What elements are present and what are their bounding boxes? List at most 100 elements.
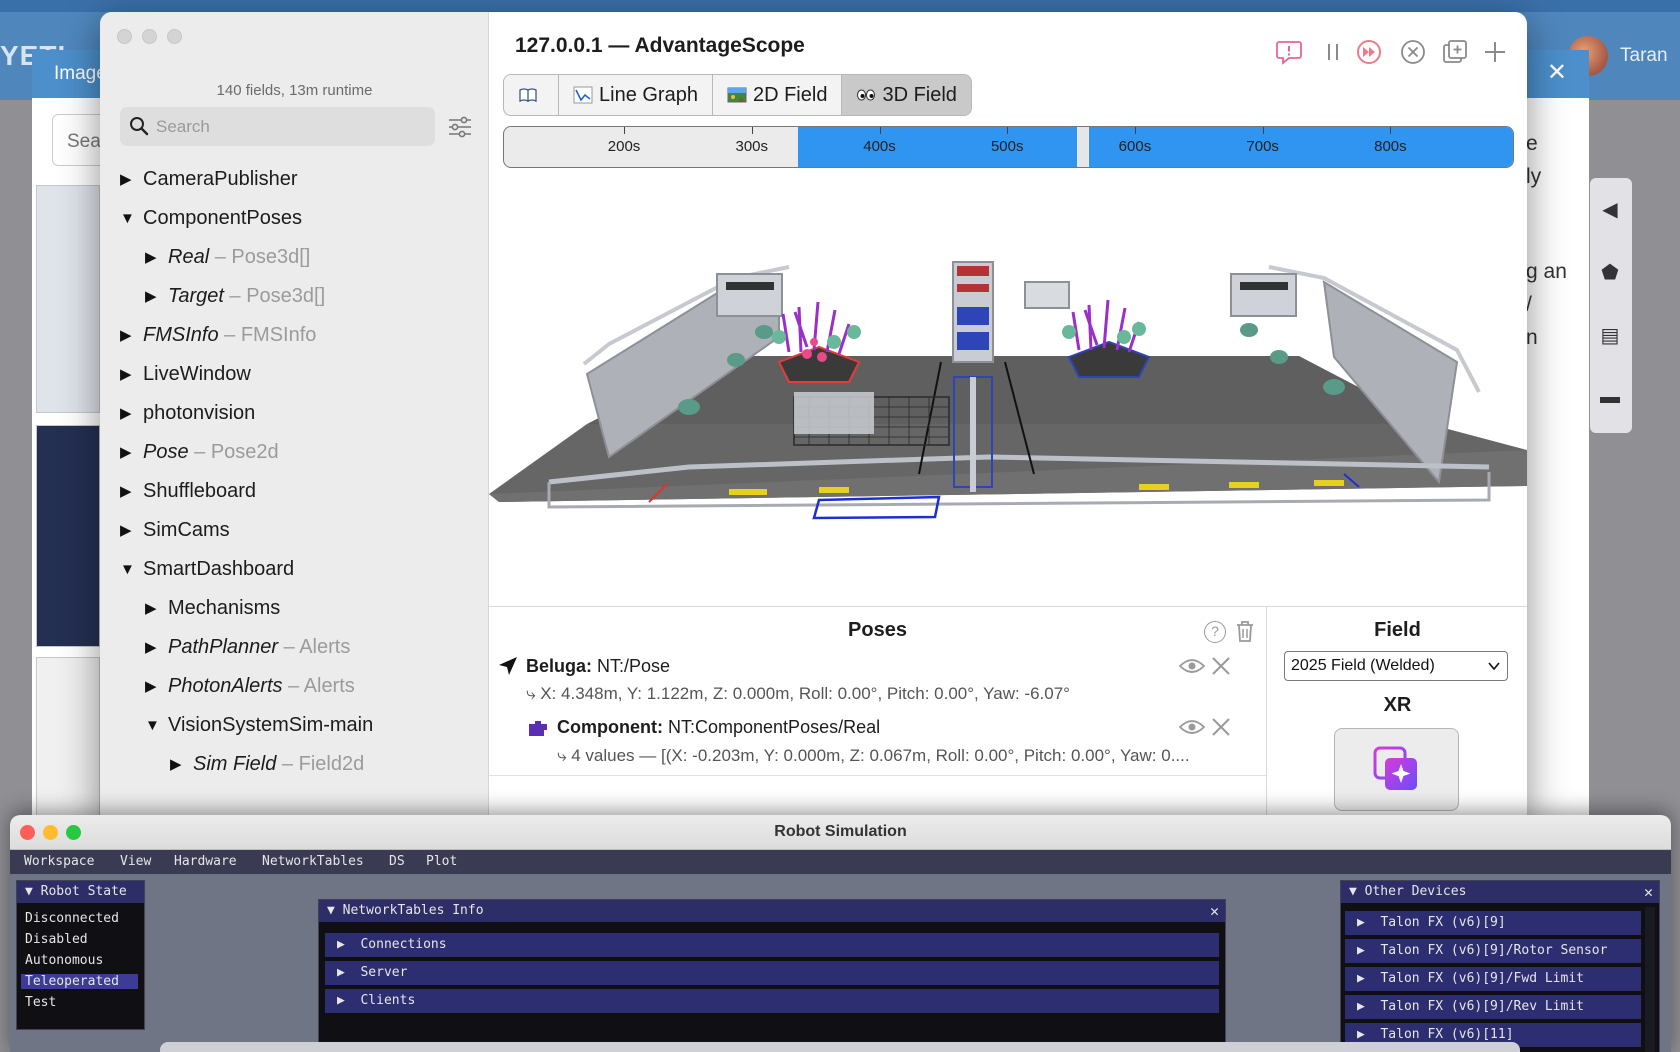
tree-item[interactable]: ▶ Mechanisms xyxy=(100,589,489,628)
tree-item[interactable]: ▶ Real – Pose3d[] xyxy=(100,238,489,277)
alert-icon[interactable] xyxy=(1275,38,1303,66)
window-close-button[interactable] xyxy=(117,29,132,44)
triangle-right-icon[interactable]: ▶ xyxy=(145,277,163,316)
pose-item-component[interactable]: Component: NT:ComponentPoses/Real ⤷ 4 va… xyxy=(489,711,1266,771)
live-sync-icon[interactable] xyxy=(1355,38,1383,66)
device-node[interactable]: ▶ Talon FX (v6)[9]/Fwd Limit xyxy=(1345,967,1641,991)
field-select[interactable]: 2025 Field (Welded) xyxy=(1284,651,1508,681)
tab-2d-field[interactable]: 2D Field xyxy=(713,75,843,115)
triangle-right-icon[interactable]: ▶ xyxy=(145,238,163,277)
pause-icon[interactable] xyxy=(1319,38,1347,66)
menu-view[interactable]: View xyxy=(120,854,151,869)
3d-field-render[interactable] xyxy=(489,182,1527,606)
robot-state-option[interactable]: Disconnected xyxy=(25,911,119,926)
user-name[interactable]: Taran xyxy=(1620,45,1668,67)
background-thumbnail[interactable] xyxy=(36,425,100,647)
tree-item[interactable]: ▶ Shuffleboard xyxy=(100,472,489,511)
chevron-down-icon xyxy=(1488,662,1500,671)
tree-item[interactable]: ▶ Sim Field – Field2d xyxy=(100,745,489,784)
xr-button[interactable] xyxy=(1334,728,1459,811)
device-node[interactable]: ▶ Talon FX (v6)[9]/Rotor Sensor xyxy=(1345,939,1641,963)
background-thumbnail[interactable] xyxy=(36,657,100,822)
search-field[interactable] xyxy=(120,107,435,146)
tree-item[interactable]: ▶ LiveWindow xyxy=(100,355,489,394)
triangle-right-icon[interactable]: ▶ xyxy=(120,394,138,433)
window-minimize-button[interactable] xyxy=(142,29,157,44)
window-zoom-button[interactable] xyxy=(167,29,182,44)
tree-item[interactable]: ▶ Target – Pose3d[] xyxy=(100,277,489,316)
triangle-right-icon[interactable]: ▶ xyxy=(170,745,188,784)
remove-icon[interactable] xyxy=(1211,656,1231,676)
tree-item[interactable]: ▶ Pose – Pose2d xyxy=(100,433,489,472)
close-icon[interactable]: ✕ xyxy=(1644,881,1653,903)
triangle-down-icon[interactable]: ▼ xyxy=(120,550,138,589)
triangle-right-icon[interactable]: ▶ xyxy=(120,472,138,511)
eye-icon[interactable] xyxy=(1179,718,1205,736)
timeline-scrubber[interactable]: 200s 300s 400s 500s 600s 700s 800s xyxy=(503,126,1514,168)
robot-state-option[interactable]: Teleoperated xyxy=(21,974,138,989)
tree-item[interactable]: ▶ CameraPublisher xyxy=(100,160,489,199)
pose-item-beluga[interactable]: Beluga: NT:/Pose ⤷ X: 4.348m, Y: 1.122m,… xyxy=(489,651,1266,711)
robot-state-option[interactable]: Autonomous xyxy=(25,953,103,968)
menu-plot[interactable]: Plot xyxy=(426,854,457,869)
tree-item[interactable]: ▶ SimCams xyxy=(100,511,489,550)
device-node[interactable]: ▶ Talon FX (v6)[9]/Rev Limit xyxy=(1345,995,1641,1019)
tree-item[interactable]: ▼ SmartDashboard xyxy=(100,550,489,589)
tab-line-graph[interactable]: Line Graph xyxy=(559,75,713,115)
triangle-down-icon[interactable]: ▼ xyxy=(145,706,163,745)
field-name: CameraPublisher xyxy=(143,168,298,190)
filter-options-icon[interactable] xyxy=(448,116,472,138)
triangle-right-icon[interactable]: ▶ xyxy=(145,628,163,667)
close-circle-icon[interactable] xyxy=(1399,38,1427,66)
tree-node[interactable]: ▶ Clients xyxy=(325,989,1219,1013)
help-icon[interactable]: ? xyxy=(1204,621,1226,643)
tree-item[interactable]: ▶ FMSInfo – FMSInfo xyxy=(100,316,489,355)
close-icon[interactable]: ✕ xyxy=(1547,58,1567,87)
triangle-right-icon[interactable]: ▶ xyxy=(120,160,138,199)
menu-ds[interactable]: DS xyxy=(389,854,405,869)
robot-state-option[interactable]: Test xyxy=(25,995,56,1010)
back-icon[interactable]: ◀ xyxy=(1597,197,1623,223)
tree-item[interactable]: ▶ photonvision xyxy=(100,394,489,433)
triangle-down-icon[interactable]: ▼ xyxy=(120,199,138,238)
menu-workspace[interactable]: Workspace xyxy=(24,854,94,869)
add-tab-icon[interactable] xyxy=(1481,38,1509,66)
triangle-right-icon[interactable]: ▶ xyxy=(120,316,138,355)
tree-node[interactable]: ▶ Connections xyxy=(325,933,1219,957)
3d-field-viewport[interactable] xyxy=(489,182,1527,606)
triangle-right-icon[interactable]: ▶ xyxy=(120,511,138,550)
networktables-info-header[interactable]: ▼ NetworkTables Info ✕ xyxy=(319,900,1225,922)
scrollbar[interactable] xyxy=(1645,907,1655,1052)
robot-state-option[interactable]: Disabled xyxy=(25,932,88,947)
tag-icon[interactable]: ⬟ xyxy=(1597,260,1623,286)
menu-networktables[interactable]: NetworkTables xyxy=(262,854,364,869)
tree-item-label: Mechanisms xyxy=(168,589,280,628)
triangle-right-icon[interactable]: ▶ xyxy=(120,355,138,394)
triangle-right-icon[interactable]: ▶ xyxy=(120,433,138,472)
comment-icon[interactable]: ▬ xyxy=(1597,386,1623,412)
tree-item[interactable]: ▼ ComponentPoses xyxy=(100,199,489,238)
close-icon[interactable]: ✕ xyxy=(1210,900,1219,922)
tree-item[interactable]: ▶ PathPlanner – Alerts xyxy=(100,628,489,667)
eye-icon[interactable] xyxy=(1179,657,1205,675)
new-window-icon[interactable] xyxy=(1441,38,1469,66)
search-input[interactable] xyxy=(156,111,426,142)
tab-3d-field[interactable]: 3D Field xyxy=(842,75,971,115)
triangle-right-icon[interactable]: ▶ xyxy=(145,589,163,628)
background-thumbnail[interactable] xyxy=(36,185,100,413)
trash-icon[interactable] xyxy=(1234,619,1256,643)
remove-icon[interactable] xyxy=(1211,717,1231,737)
tab-documentation[interactable] xyxy=(504,75,559,115)
triangle-right-icon[interactable]: ▶ xyxy=(145,667,163,706)
robot-state-header[interactable]: ▼ Robot State xyxy=(17,881,144,903)
tree-item[interactable]: ▼ VisionSystemSim-main xyxy=(100,706,489,745)
device-node[interactable]: ▶ Talon FX (v6)[9] xyxy=(1345,911,1641,935)
xr-icon xyxy=(1373,746,1417,790)
device-node-label: Talon FX (v6)[9] xyxy=(1380,915,1506,930)
notes-icon[interactable]: ▤ xyxy=(1597,323,1623,349)
tree-node[interactable]: ▶ Server xyxy=(325,961,1219,985)
menu-hardware[interactable]: Hardware xyxy=(174,854,237,869)
other-devices-header[interactable]: ▼ Other Devices ✕ xyxy=(1341,881,1659,903)
timeline-cursor[interactable] xyxy=(1077,127,1088,167)
tree-item[interactable]: ▶ PhotonAlerts – Alerts xyxy=(100,667,489,706)
